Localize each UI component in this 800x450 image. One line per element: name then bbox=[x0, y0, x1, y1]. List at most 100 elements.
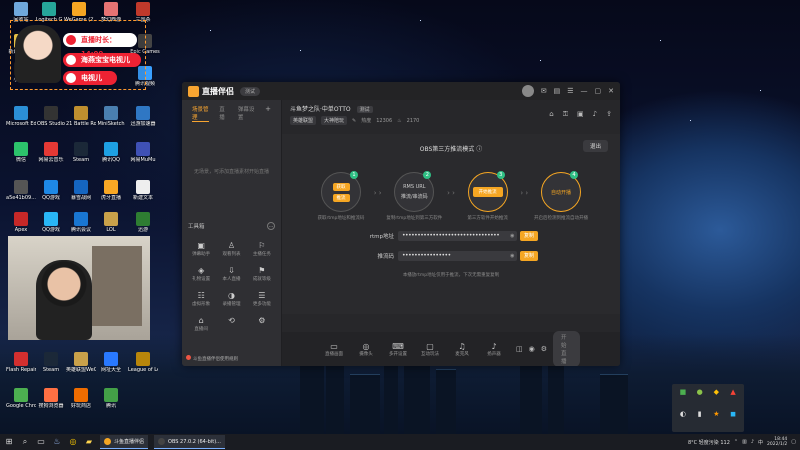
footer-notice[interactable]: 斗鱼直播伴侣使用规则 bbox=[186, 355, 238, 362]
tab-scenes[interactable]: 场景管理 bbox=[192, 105, 210, 122]
eye-icon[interactable]: ◉ bbox=[510, 231, 517, 241]
toolbox-item[interactable]: ⟲ bbox=[216, 315, 246, 332]
task-view-icon[interactable]: ▭ bbox=[36, 437, 46, 447]
toolbox-item[interactable]: ⚐ 主播任务 bbox=[247, 240, 277, 257]
user-avatar[interactable] bbox=[521, 85, 534, 97]
taskbar-app-douyu[interactable]: 斗鱼直播伴侣 bbox=[100, 435, 149, 449]
desktop-icon[interactable]: Apex bbox=[6, 212, 36, 233]
volume-icon[interactable]: ♪ bbox=[751, 439, 754, 445]
step-circle[interactable]: 3 开始推流 bbox=[467, 171, 508, 212]
desktop-icon[interactable]: 迅游加速器 bbox=[128, 106, 158, 127]
room-title[interactable]: 斗鱼梦之队·中单OTTO bbox=[290, 106, 351, 113]
bottom-tool[interactable]: ♫ 麦克风 bbox=[450, 342, 474, 357]
bottom-tool[interactable]: ▢ 互动玩法 bbox=[418, 342, 442, 357]
settings-icon[interactable]: ☰ bbox=[567, 87, 573, 95]
toolbox-item[interactable]: ⚙ bbox=[247, 315, 277, 332]
search-icon[interactable]: ⌕ bbox=[20, 437, 30, 447]
help-icon[interactable]: ⓘ bbox=[476, 146, 482, 153]
close-icon[interactable]: ✕ bbox=[608, 87, 614, 95]
maximize-icon[interactable]: ▢ bbox=[595, 87, 602, 95]
desktop-icon[interactable]: 腾讯会议 bbox=[66, 212, 96, 233]
start-live-button[interactable]: 开始直播 bbox=[553, 331, 580, 366]
desktop-icon[interactable]: 搜狗浏览器 bbox=[36, 388, 66, 409]
bottom-tool[interactable]: ⌨ 多开设置 bbox=[386, 342, 410, 357]
toolbox-item[interactable]: ☷ 虚拟形象 bbox=[186, 290, 216, 307]
bell-icon[interactable]: ♪ bbox=[593, 110, 597, 119]
taskbar-app-obs[interactable]: OBS 27.0.2 (64-bit)... bbox=[154, 435, 225, 449]
toolbox-item[interactable]: ⇩ 本人直播 bbox=[216, 265, 246, 282]
toolbox-item[interactable]: ⌂ 直播间 bbox=[186, 315, 216, 332]
desktop-icon[interactable]: 虎牙直播 bbox=[96, 180, 126, 201]
toolbox-item[interactable]: ⚑ 成就等级 bbox=[247, 265, 277, 282]
gear-icon[interactable]: ⚙ bbox=[541, 345, 547, 353]
lock-icon[interactable]: ⚿ bbox=[563, 110, 568, 119]
desktop-icon[interactable]: 新建文本 bbox=[128, 180, 158, 201]
desktop-icon[interactable]: 网址大全 bbox=[96, 352, 126, 373]
room-tag-category[interactable]: 英雄联盟 bbox=[290, 116, 317, 125]
desktop-icon[interactable]: Flash Repair bbox=[6, 352, 36, 373]
ime-icon[interactable]: 中 bbox=[758, 439, 763, 446]
tray-icon[interactable]: ▮ bbox=[693, 410, 707, 429]
step-circle[interactable]: 4 自动开播 bbox=[540, 171, 581, 212]
desktop-icon[interactable]: a5e41b09... bbox=[6, 180, 36, 201]
desktop-icon[interactable]: League of Legends bbox=[128, 352, 158, 373]
minimize-icon[interactable]: — bbox=[581, 87, 588, 95]
add-scene-button[interactable]: + bbox=[265, 105, 271, 122]
network-icon[interactable]: ▥ bbox=[742, 439, 747, 445]
bottom-tool[interactable]: ♪ 扬声器 bbox=[482, 342, 506, 357]
desktop-icon[interactable]: QQ游戏 bbox=[36, 212, 66, 233]
rtmp-input[interactable]: •••••••••••••••••••••••••••••••• ◉ bbox=[398, 231, 517, 241]
chrome-icon[interactable]: ◎ bbox=[68, 437, 78, 447]
desktop-icon[interactable]: 英雄联盟WeGame版 bbox=[66, 352, 96, 373]
toolbox-item[interactable]: ☰ 更多功能 bbox=[247, 290, 277, 307]
desktop-icon[interactable]: 暴雪战网 bbox=[66, 180, 96, 201]
eye-icon[interactable]: ◉ bbox=[510, 251, 517, 261]
notification-icon[interactable]: ▢ bbox=[791, 439, 796, 445]
exit-button[interactable]: 退出 bbox=[582, 140, 608, 152]
edit-icon[interactable]: ✎ bbox=[352, 118, 356, 124]
copy-rtmp-button[interactable]: 复制 bbox=[519, 231, 538, 241]
desktop-icon[interactable]: 腾讯 bbox=[96, 388, 126, 409]
forward-icon[interactable]: ⇪ bbox=[606, 110, 612, 119]
tray-icon[interactable]: ◆ bbox=[710, 388, 724, 407]
desktop-icon[interactable]: 微信 bbox=[6, 142, 36, 163]
camera-icon[interactable]: ◫ bbox=[516, 345, 523, 353]
desktop-icon[interactable]: MiniSketch bbox=[96, 106, 126, 127]
tab-live[interactable]: 直播 bbox=[219, 105, 228, 122]
record-icon[interactable]: ▣ bbox=[577, 110, 584, 119]
toolbox-item[interactable]: ◈ 礼物设置 bbox=[186, 265, 216, 282]
desktop-icon[interactable]: Steam bbox=[66, 142, 96, 163]
tray-icon[interactable]: ● bbox=[693, 388, 707, 407]
desktop-icon[interactable]: OBS Studio bbox=[36, 106, 66, 127]
desktop-icon[interactable]: 迅游 bbox=[128, 212, 158, 233]
desktop-icon[interactable]: Google Chrome bbox=[6, 388, 36, 409]
desktop-icon[interactable]: QQ游戏 bbox=[36, 180, 66, 201]
bottom-tool[interactable]: ▭ 直播画面 bbox=[322, 342, 346, 357]
desktop-icon[interactable]: Steam bbox=[36, 352, 66, 373]
step-circle[interactable]: 1 获取 推流 bbox=[321, 171, 361, 212]
eye-toggle-icon[interactable]: ◉ bbox=[529, 345, 535, 353]
toolbox-more-icon[interactable]: … bbox=[267, 222, 275, 230]
desktop-icon[interactable]: LOL bbox=[96, 212, 126, 233]
toolbox-item[interactable]: ♙ 观看列表 bbox=[216, 240, 246, 257]
desktop-icon[interactable]: 网易MuMu bbox=[128, 142, 158, 163]
toolbox-item[interactable]: ◑ 录播管理 bbox=[216, 290, 246, 307]
share-icon[interactable]: ⌂ bbox=[549, 110, 553, 119]
step-circle[interactable]: 2 RMS URL 推流/串流码 bbox=[394, 171, 435, 212]
chevron-up-icon[interactable]: ⌃ bbox=[734, 439, 738, 445]
desktop-icon[interactable]: 好玩商店 bbox=[66, 388, 96, 409]
desktop-icon[interactable]: 网易云音乐 bbox=[36, 142, 66, 163]
start-icon[interactable]: ⊞ bbox=[4, 437, 14, 447]
tray-icon[interactable]: ◐ bbox=[676, 410, 690, 429]
copy-key-button[interactable]: 复制 bbox=[519, 251, 538, 261]
stream-key-input[interactable]: •••••••••••••••• ◉ bbox=[398, 251, 517, 261]
desktop-icon[interactable]: 21 Battle Royale bbox=[66, 106, 96, 127]
desktop-icon[interactable]: 腾讯QQ bbox=[96, 142, 126, 163]
message-icon[interactable]: ✉ bbox=[541, 87, 547, 95]
gift-icon[interactable]: ▤ bbox=[554, 87, 561, 95]
tray-icon[interactable]: ★ bbox=[710, 410, 724, 429]
room-tag-sub[interactable]: 大神陪玩 bbox=[321, 116, 348, 125]
tray-icon[interactable]: ▲ bbox=[726, 388, 740, 407]
desktop-icon[interactable]: Microsoft Edge bbox=[6, 106, 36, 127]
clock[interactable]: 18:44 2022/1/2 bbox=[767, 437, 787, 447]
